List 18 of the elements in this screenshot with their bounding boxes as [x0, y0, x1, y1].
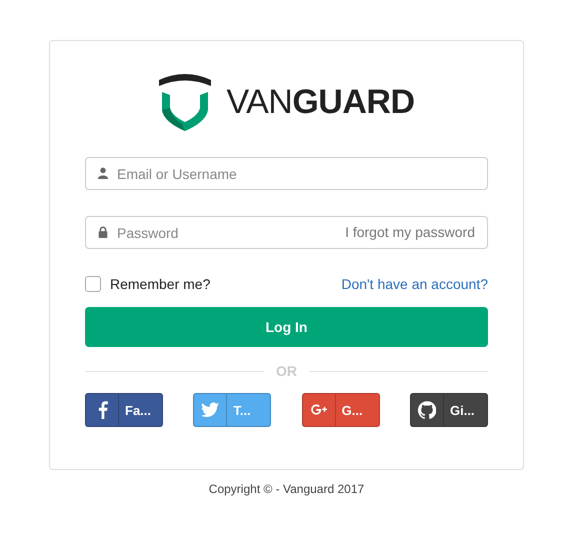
username-field[interactable]: Email or Username: [85, 157, 488, 190]
bird-icon: [201, 401, 220, 419]
shield-logo-icon: [158, 72, 212, 132]
social-login-button[interactable]: G...: [302, 393, 380, 427]
remember-label: Remember me?: [110, 276, 210, 292]
social-login-button[interactable]: Gi...: [410, 393, 488, 427]
facebook-icon: [96, 401, 108, 419]
signup-link[interactable]: Don't have an account?: [341, 276, 488, 292]
lock-icon: [97, 226, 109, 238]
forgot-password-link[interactable]: I forgot my password: [345, 224, 475, 240]
copyright-text: Copyright © - Vanguard 2017: [208, 482, 366, 496]
user-icon: [97, 167, 109, 179]
remember-checkbox[interactable]: [85, 276, 101, 292]
social-login-button[interactable]: T...: [193, 393, 272, 427]
github-icon: [418, 401, 436, 419]
login-button[interactable]: Log In: [85, 307, 488, 347]
brand-name: VANGUARD: [226, 82, 415, 122]
social-login-button[interactable]: Fa...: [85, 393, 163, 427]
